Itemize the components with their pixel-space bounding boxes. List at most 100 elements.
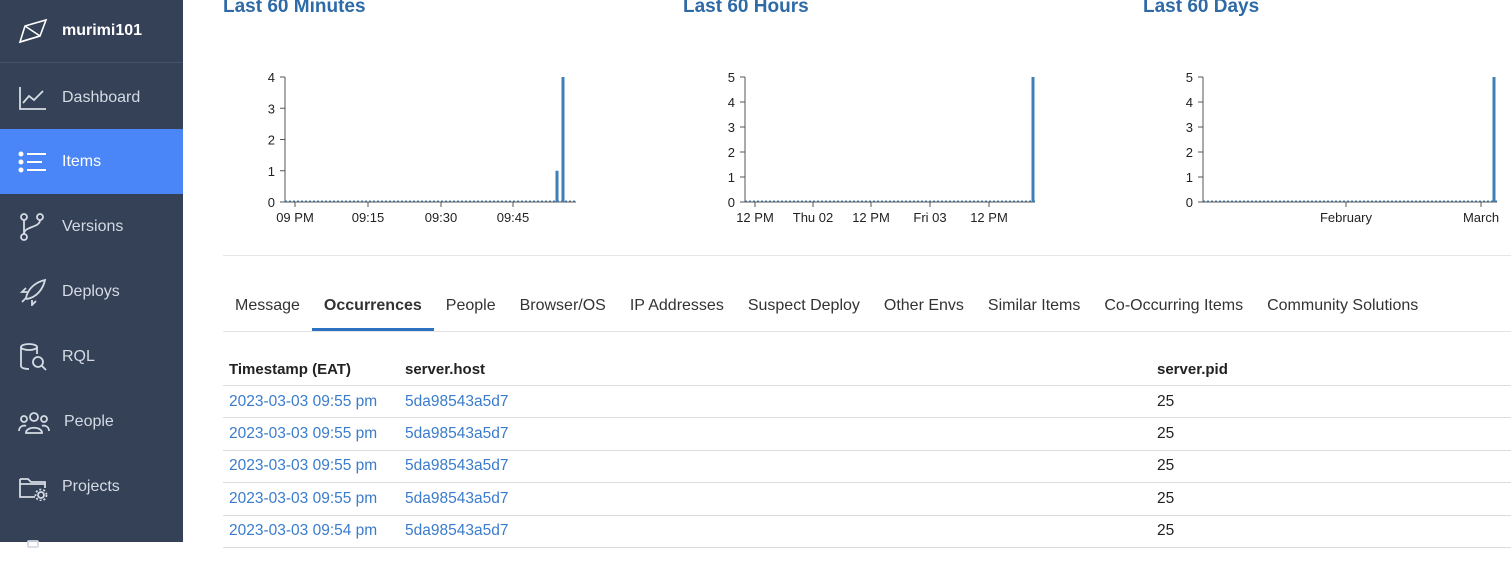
y-tick-label: 3 bbox=[268, 101, 275, 116]
x-tick-label: February bbox=[1320, 210, 1373, 225]
table-header: Timestamp (EAT) server.host server.pid bbox=[223, 354, 1511, 386]
bar bbox=[561, 77, 565, 202]
table-row: 2023-03-03 09:55 pm 5da98543a5d7 25 bbox=[223, 386, 1511, 419]
column-header-pid[interactable]: server.pid bbox=[1157, 361, 1511, 378]
sidebar-item-label: Items bbox=[62, 152, 102, 170]
x-tick-label: 09 PM bbox=[276, 210, 314, 225]
account-header[interactable]: murimi101 bbox=[0, 0, 183, 63]
x-tick-label: 09:15 bbox=[352, 210, 385, 225]
x-tick-label: Fri 03 bbox=[913, 210, 946, 225]
y-tick-label: 0 bbox=[268, 195, 275, 210]
y-tick-label: 3 bbox=[728, 120, 735, 135]
chart-title: Last 60 Days bbox=[1143, 0, 1260, 17]
logo-icon bbox=[18, 18, 48, 44]
host-link[interactable]: 5da98543a5d7 bbox=[405, 457, 1157, 475]
y-tick-label: 5 bbox=[728, 70, 735, 85]
database-search-icon bbox=[20, 342, 47, 371]
pid-cell: 25 bbox=[1157, 522, 1175, 540]
pid-cell: 25 bbox=[1157, 392, 1175, 410]
sidebar-item-deploys[interactable]: Deploys bbox=[0, 259, 183, 324]
sidebar-item-dashboard[interactable]: Dashboard bbox=[0, 65, 183, 130]
table-row: 2023-03-03 09:54 pm 5da98543a5d7 25 bbox=[223, 516, 1511, 548]
tab-message[interactable]: Message bbox=[223, 283, 312, 329]
sidebar-item-label: Dashboard bbox=[62, 88, 141, 106]
rocket-icon bbox=[19, 278, 47, 306]
sidebar-item-people[interactable]: People bbox=[0, 389, 183, 454]
tab-browser-os[interactable]: Browser/OS bbox=[508, 283, 618, 329]
pid-cell: 25 bbox=[1157, 425, 1175, 443]
chart-title: Last 60 Minutes bbox=[223, 0, 366, 17]
folder-gear-icon bbox=[19, 477, 48, 501]
column-header-timestamp[interactable]: Timestamp (EAT) bbox=[223, 361, 405, 378]
divider bbox=[223, 255, 1511, 256]
x-tick-label: March bbox=[1463, 210, 1499, 225]
list-icon bbox=[18, 151, 46, 172]
host-link[interactable]: 5da98543a5d7 bbox=[405, 522, 1157, 540]
y-tick-label: 5 bbox=[1186, 70, 1193, 85]
people-icon bbox=[18, 411, 50, 434]
timestamp-link[interactable]: 2023-03-03 09:55 pm bbox=[223, 457, 405, 475]
sidebar-item-label: Versions bbox=[62, 217, 124, 235]
timestamp-link[interactable]: 2023-03-03 09:55 pm bbox=[223, 425, 405, 443]
pid-cell: 25 bbox=[1157, 457, 1175, 475]
bar bbox=[1031, 77, 1035, 202]
bar bbox=[1492, 77, 1496, 202]
y-tick-label: 0 bbox=[1186, 195, 1193, 210]
y-tick-label: 4 bbox=[1186, 95, 1193, 110]
y-tick-label: 3 bbox=[1186, 120, 1193, 135]
tab-community-solutions[interactable]: Community Solutions bbox=[1255, 283, 1430, 329]
y-tick-label: 2 bbox=[268, 133, 275, 148]
tab-co-occurring-items[interactable]: Co-Occurring Items bbox=[1092, 283, 1255, 329]
pid-cell: 25 bbox=[1157, 489, 1175, 507]
host-link[interactable]: 5da98543a5d7 bbox=[405, 393, 1157, 411]
table-row: 2023-03-03 09:55 pm 5da98543a5d7 25 bbox=[223, 418, 1511, 451]
y-tick-label: 1 bbox=[1186, 170, 1193, 185]
chart-svg: 0 1 2 3 4 5 12 PM Thu 02 12 PM Fri 03 12 PM bbox=[728, 70, 1035, 225]
column-header-host[interactable]: server.host bbox=[405, 361, 1157, 378]
tab-ip-addresses[interactable]: IP Addresses bbox=[618, 283, 736, 329]
y-tick-label: 1 bbox=[728, 170, 735, 185]
account-name: murimi101 bbox=[62, 22, 143, 39]
x-tick-label: 12 PM bbox=[736, 210, 774, 225]
sidebar-item-items[interactable]: Items bbox=[0, 129, 183, 194]
y-tick-label: 2 bbox=[728, 145, 735, 160]
sidebar-item-label: RQL bbox=[62, 347, 95, 365]
y-tick-label: 1 bbox=[268, 164, 275, 179]
sidebar-item-more[interactable] bbox=[0, 519, 183, 584]
table-row: 2023-03-03 09:55 pm 5da98543a5d7 25 bbox=[223, 483, 1511, 516]
y-tick-label: 2 bbox=[1186, 145, 1193, 160]
chart-svg: 0 1 2 3 4 5 February March bbox=[1186, 70, 1499, 225]
branch-icon bbox=[20, 212, 44, 241]
tab-similar-items[interactable]: Similar Items bbox=[976, 283, 1092, 329]
main-content: Last 60 Minutes 0 1 2 3 4 09 PM 09:15 09:30 09:4… bbox=[183, 0, 1511, 548]
y-tick-label: 4 bbox=[728, 95, 735, 110]
host-link[interactable]: 5da98543a5d7 bbox=[405, 490, 1157, 508]
timestamp-link[interactable]: 2023-03-03 09:55 pm bbox=[223, 490, 405, 508]
tab-occurrences[interactable]: Occurrences bbox=[311, 283, 434, 331]
sidebar-item-label: Deploys bbox=[62, 282, 120, 300]
y-tick-label: 4 bbox=[268, 70, 275, 85]
host-link[interactable]: 5da98543a5d7 bbox=[405, 425, 1157, 443]
x-tick-label: 09:30 bbox=[425, 210, 458, 225]
bar bbox=[555, 170, 559, 202]
table-row: 2023-03-03 09:55 pm 5da98543a5d7 25 bbox=[223, 451, 1511, 484]
x-tick-label: 09:45 bbox=[497, 210, 530, 225]
timestamp-link[interactable]: 2023-03-03 09:55 pm bbox=[223, 393, 405, 411]
tab-bar: Message Occurrences People Browser/OS IP… bbox=[223, 283, 1511, 332]
sidebar-item-versions[interactable]: Versions bbox=[0, 194, 183, 259]
occurrences-table: Timestamp (EAT) server.host server.pid 2… bbox=[223, 354, 1511, 548]
sidebar-item-rql[interactable]: RQL bbox=[0, 324, 183, 389]
tab-suspect-deploy[interactable]: Suspect Deploy bbox=[736, 283, 872, 329]
x-tick-label: Thu 02 bbox=[793, 210, 833, 225]
chart-line-icon bbox=[19, 86, 46, 110]
x-tick-label: 12 PM bbox=[852, 210, 890, 225]
sidebar-item-label: People bbox=[64, 412, 114, 430]
tab-other-envs[interactable]: Other Envs bbox=[872, 283, 976, 329]
sidebar: murimi101 Dashboard Items Versions Deplo… bbox=[0, 0, 183, 548]
chart-svg: 0 1 2 3 4 09 PM 09:15 09:30 09:45 bbox=[268, 70, 576, 225]
timestamp-link[interactable]: 2023-03-03 09:54 pm bbox=[223, 522, 405, 540]
tab-people[interactable]: People bbox=[434, 283, 508, 329]
sidebar-item-label: Projects bbox=[62, 477, 120, 495]
x-tick-label: 12 PM bbox=[970, 210, 1008, 225]
sidebar-item-projects[interactable]: Projects bbox=[0, 454, 183, 519]
